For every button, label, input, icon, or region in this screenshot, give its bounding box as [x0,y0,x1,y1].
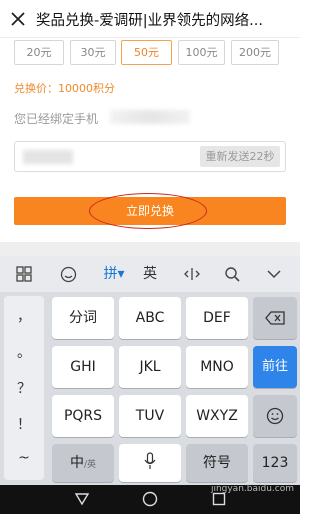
amount-option-30[interactable]: 30元 [70,40,116,65]
key-mno[interactable]: MNO [186,346,248,388]
page-title: 奖品兑换-爱调研|业界领先的网络... [36,13,263,29]
amount-option-20[interactable]: 20元 [14,40,64,65]
period-key[interactable]: 。 [4,342,44,362]
keyboard-toolbar: 拼▾ 英 [0,256,300,292]
divider [0,242,300,256]
search-icon[interactable] [224,266,241,283]
key-abc[interactable]: ABC [119,297,181,339]
amount-option-100[interactable]: 100元 [178,40,225,65]
smiley-icon [266,407,284,425]
zh-label: 中 [69,455,84,471]
key-wxyz[interactable]: WXYZ [186,395,248,437]
pinyin-mode[interactable]: 拼▾ [99,264,129,284]
recents-icon[interactable] [212,492,226,506]
title-bar: 奖品兑换-爱调研|业界领先的网络... [0,0,300,38]
key-ghi[interactable]: GHI [52,346,114,388]
cursor-move-icon[interactable] [183,266,201,282]
english-mode[interactable]: 英 [138,264,162,284]
phone-number-redacted [110,110,190,124]
question-key[interactable]: ？ [4,378,44,398]
exchange-price: 兑换价：10000积分 [14,82,115,95]
key-pqrs[interactable]: PQRS [52,395,114,437]
home-icon[interactable] [142,491,158,507]
amount-option-50-selected[interactable]: 50元 [121,40,172,65]
number-key[interactable]: 123 [253,444,297,482]
backspace-icon [265,311,285,325]
chevron-down-icon[interactable] [266,268,282,280]
tilde-key[interactable]: ~ [4,450,44,466]
verification-code-field[interactable]: 重新发送22秒 [14,141,286,172]
close-icon[interactable] [10,11,26,27]
emoji-key[interactable] [253,395,297,437]
go-key[interactable]: 前往 [253,346,297,388]
watermark: jingyan.baidu.com [210,484,294,494]
highlight-circle [89,193,207,229]
key-def[interactable]: DEF [186,297,248,339]
key-jkl[interactable]: JKL [119,346,181,388]
amount-option-200[interactable]: 200元 [231,40,279,65]
microphone-icon [144,452,156,469]
backspace-key[interactable] [253,297,297,339]
bound-phone-label: 您已经绑定手机 [14,112,99,126]
exclamation-key[interactable]: ！ [4,414,44,434]
resend-code-button[interactable]: 重新发送22秒 [200,146,280,167]
symbol-key[interactable]: 符号 [186,444,248,482]
grid-icon[interactable] [16,266,32,282]
key-tuv[interactable]: TUV [119,395,181,437]
chinese-english-toggle[interactable]: 中/英 [52,444,114,482]
code-redacted [23,150,73,164]
en-sub-label: /英 [83,460,97,470]
key-fenci[interactable]: 分词 [52,297,114,339]
space-key[interactable] [119,444,181,482]
comma-key[interactable]: ， [4,306,44,326]
emoji-icon[interactable] [60,266,77,283]
back-icon[interactable] [74,492,90,506]
